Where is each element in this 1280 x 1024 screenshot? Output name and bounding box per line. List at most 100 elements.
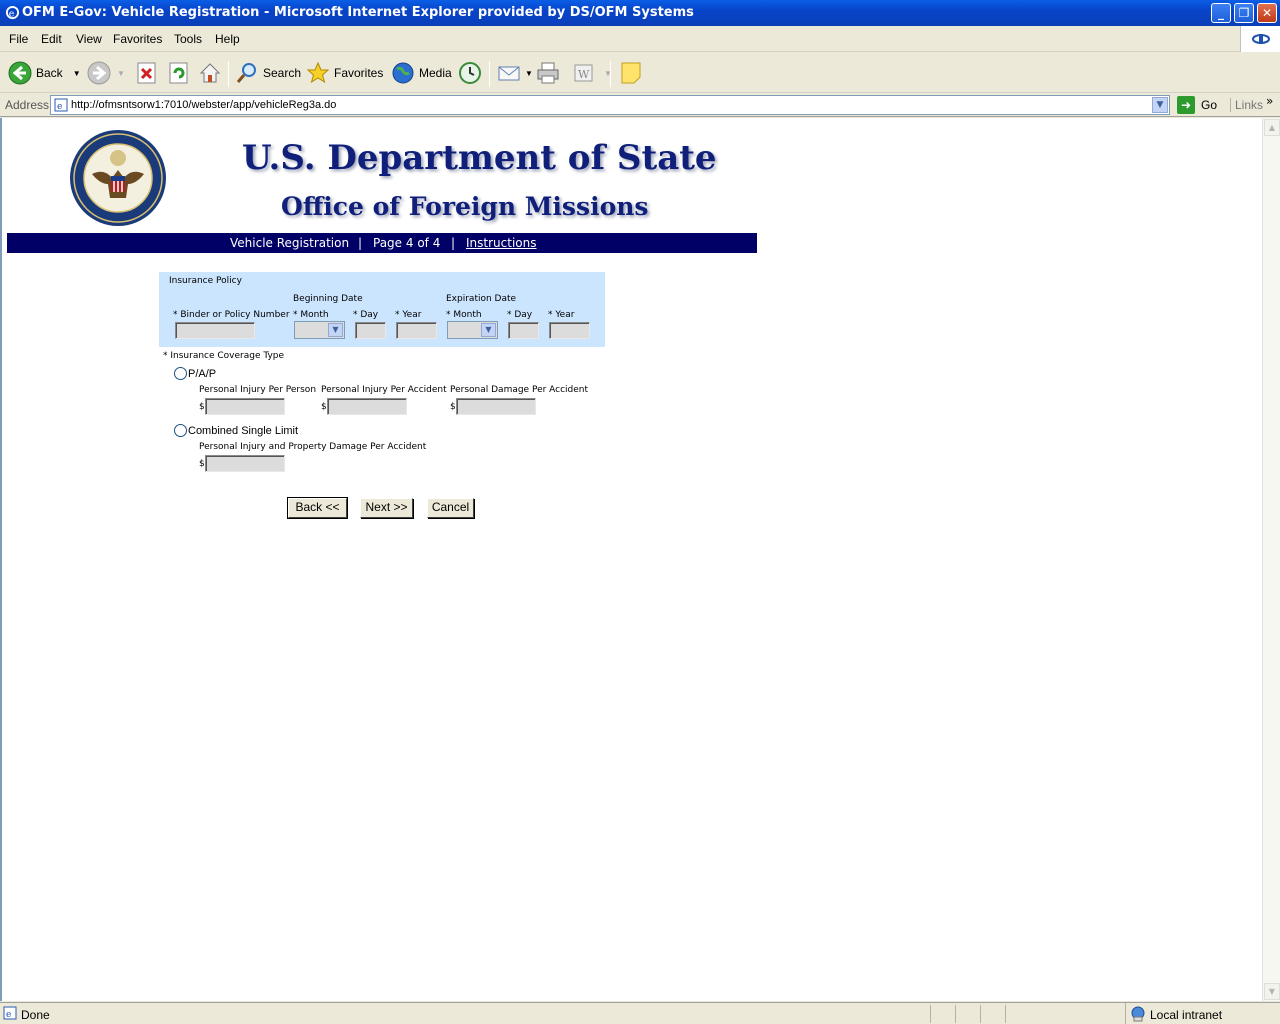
- injury-per-accident-field[interactable]: [327, 398, 407, 415]
- pap-label: P/A/P: [188, 368, 217, 380]
- windows-flag-icon: [1252, 34, 1270, 44]
- history-icon: [459, 62, 481, 84]
- toolbar-separator: [610, 61, 611, 87]
- go-button[interactable]: ➜ Go: [1177, 96, 1217, 114]
- csl-amount-field[interactable]: [205, 455, 285, 472]
- mail-button[interactable]: ▼: [497, 60, 533, 86]
- injury-per-person-field[interactable]: [205, 398, 285, 415]
- menu-favorites[interactable]: Favorites: [113, 32, 162, 46]
- exp-year-label: * Year: [548, 310, 575, 320]
- refresh-button[interactable]: [167, 60, 195, 86]
- go-label: Go: [1201, 98, 1218, 112]
- go-arrow-icon: ➜: [1177, 96, 1195, 114]
- page-content: U.S. Department of State Office of Forei…: [0, 118, 1262, 1001]
- history-button[interactable]: [458, 60, 486, 86]
- begin-year-label: * Year: [395, 310, 422, 320]
- back-dropdown-icon[interactable]: ▼: [73, 69, 81, 78]
- currency-sign: $: [199, 459, 205, 469]
- toolbar-separator: [228, 61, 229, 87]
- search-label: Search: [263, 66, 302, 80]
- print-button[interactable]: [536, 60, 564, 86]
- combined-single-limit-radio[interactable]: [174, 424, 187, 437]
- search-button[interactable]: Search: [235, 60, 301, 86]
- status-divider: [1005, 1005, 1006, 1023]
- menu-file[interactable]: File: [9, 32, 28, 46]
- begin-day-field[interactable]: [355, 322, 386, 339]
- begin-month-label: * Month: [293, 310, 329, 320]
- status-bar: e Done Local intranet: [0, 1002, 1280, 1024]
- scroll-down-icon[interactable]: ▼: [1264, 983, 1280, 1000]
- damage-per-accident-label: Personal Damage Per Accident: [450, 385, 589, 395]
- svg-text:e: e: [6, 1010, 11, 1020]
- mail-dropdown-icon[interactable]: ▼: [525, 69, 533, 78]
- begin-day-label: * Day: [353, 310, 379, 320]
- search-icon: [236, 63, 256, 83]
- exp-day-field[interactable]: [508, 322, 539, 339]
- security-zone: Local intranet: [1125, 1003, 1280, 1024]
- status-text: Done: [21, 1008, 50, 1022]
- damage-per-accident-field[interactable]: [456, 398, 536, 415]
- office-heading: Office of Foreign Missions: [281, 192, 649, 221]
- messenger-button[interactable]: [619, 60, 647, 86]
- next-button[interactable]: Next >>: [360, 498, 413, 518]
- windows-logo: [1240, 26, 1280, 52]
- menu-view[interactable]: View: [76, 32, 102, 46]
- exp-month-label: * Month: [446, 310, 482, 320]
- zone-text: Local intranet: [1150, 1008, 1223, 1022]
- minimize-button[interactable]: _: [1211, 3, 1231, 23]
- back-label: Back: [36, 66, 63, 80]
- pap-radio[interactable]: [174, 367, 187, 380]
- insurance-policy-panel: Insurance Policy Beginning Date Expirati…: [159, 272, 605, 347]
- address-dropdown-icon[interactable]: ▼: [1152, 97, 1168, 113]
- vertical-scrollbar[interactable]: ▲ ▼: [1262, 118, 1280, 1001]
- address-input[interactable]: e http://ofmsntsorw1:7010/webster/app/ve…: [50, 95, 1170, 115]
- instructions-link[interactable]: Instructions: [466, 236, 536, 250]
- cancel-button[interactable]: Cancel: [427, 498, 474, 518]
- toolbar: Back ▼ ▼ Search Favorites Media ▼ W ▼: [0, 53, 1280, 93]
- page-icon: e: [54, 98, 68, 112]
- department-heading: U.S. Department of State: [242, 138, 717, 178]
- injury-per-person-label: Personal Injury Per Person: [199, 385, 317, 395]
- combined-single-limit-label: Combined Single Limit: [188, 425, 299, 437]
- favorites-label: Favorites: [334, 66, 384, 80]
- exp-day-label: * Day: [507, 310, 533, 320]
- back-form-button[interactable]: Back <<: [287, 497, 348, 519]
- edit-button[interactable]: W ▼: [572, 60, 612, 86]
- restore-button[interactable]: ❐: [1234, 3, 1254, 23]
- menu-help[interactable]: Help: [215, 32, 240, 46]
- close-button[interactable]: ✕: [1257, 3, 1277, 23]
- stop-button[interactable]: [135, 60, 163, 86]
- menu-tools[interactable]: Tools: [174, 32, 202, 46]
- forward-arrow-icon: [87, 61, 111, 85]
- injury-per-accident-label: Personal Injury Per Accident: [321, 385, 447, 395]
- forward-dropdown-icon[interactable]: ▼: [117, 69, 125, 78]
- home-button[interactable]: [198, 60, 226, 86]
- forward-button[interactable]: ▼: [87, 60, 125, 86]
- window-title: OFM E-Gov: Vehicle Registration - Micros…: [22, 5, 694, 20]
- nav-section: Vehicle Registration: [230, 236, 350, 250]
- begin-month-select[interactable]: ▼: [294, 321, 345, 339]
- begin-year-field[interactable]: [396, 322, 437, 339]
- scroll-up-icon[interactable]: ▲: [1264, 119, 1280, 136]
- back-button[interactable]: Back ▼: [8, 60, 81, 86]
- print-icon: [537, 62, 559, 84]
- toolbar-separator: [489, 61, 490, 87]
- expiration-date-label: Expiration Date: [446, 294, 517, 304]
- nav-bar: Vehicle Registration | Page 4 of 4 | Ins…: [7, 233, 757, 253]
- currency-sign: $: [321, 402, 327, 412]
- media-button[interactable]: Media: [391, 60, 452, 86]
- policy-number-field[interactable]: [175, 322, 255, 339]
- csl-amount-label: Personal Injury and Property Damage Per …: [199, 442, 427, 452]
- nav-separator: |: [358, 236, 363, 250]
- status-divider: [980, 1005, 981, 1023]
- beginning-date-label: Beginning Date: [293, 294, 363, 304]
- window-title-bar: e OFM E-Gov: Vehicle Registration - Micr…: [0, 0, 1280, 26]
- exp-month-select[interactable]: ▼: [447, 321, 498, 339]
- exp-year-field[interactable]: [549, 322, 590, 339]
- address-label: Address: [5, 98, 50, 112]
- links-more-icon[interactable]: »: [1266, 94, 1273, 108]
- home-icon: [199, 63, 221, 83]
- favorites-button[interactable]: Favorites: [306, 60, 383, 86]
- menu-edit[interactable]: Edit: [41, 32, 62, 46]
- links-button[interactable]: Links: [1230, 98, 1263, 112]
